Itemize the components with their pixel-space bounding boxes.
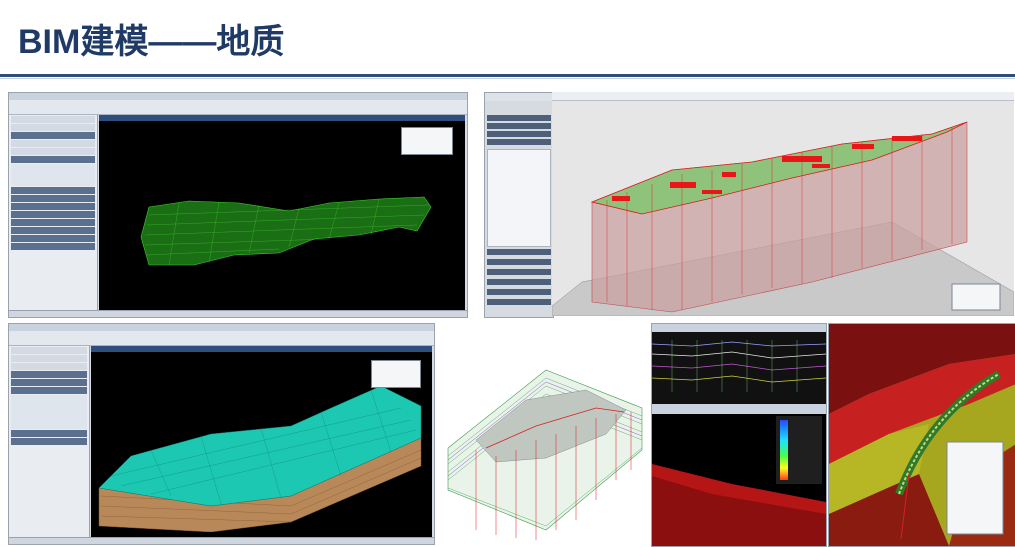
screenshot-terrain-mesh [8, 92, 468, 318]
view-palette [951, 283, 1001, 311]
toolbar [9, 331, 434, 346]
contour-surface-icon [652, 416, 826, 546]
menu-bar [9, 93, 467, 100]
screenshot-tool-palette [484, 92, 554, 318]
view-control-palette[interactable] [371, 360, 421, 388]
boreholes-icon [447, 369, 643, 540]
title-underline-thin [0, 78, 1015, 79]
tunnel-geology-icon [829, 324, 1015, 546]
screenshot-strata-terrain [8, 323, 435, 545]
view-control-palette[interactable] [401, 127, 453, 155]
cross-section-icon [652, 332, 826, 404]
tool-panel [9, 346, 90, 538]
status-bar [9, 537, 434, 544]
menu-bar [9, 324, 434, 331]
status-bar [9, 310, 467, 317]
viewport[interactable] [99, 115, 465, 311]
viewport[interactable] [91, 346, 432, 538]
screenshot-geology-block [552, 92, 1014, 316]
screenshot-tunnel-geology [828, 323, 1015, 547]
layer-palette [946, 441, 1004, 535]
toolbar [9, 100, 467, 115]
slide-title: BIM建模——地质 [18, 23, 285, 61]
geology-block-icon [552, 121, 1014, 316]
screenshot-boreholes [446, 330, 646, 545]
screenshot-section-contour [651, 323, 827, 547]
title-underline [0, 74, 1015, 77]
tool-panel [9, 115, 98, 311]
